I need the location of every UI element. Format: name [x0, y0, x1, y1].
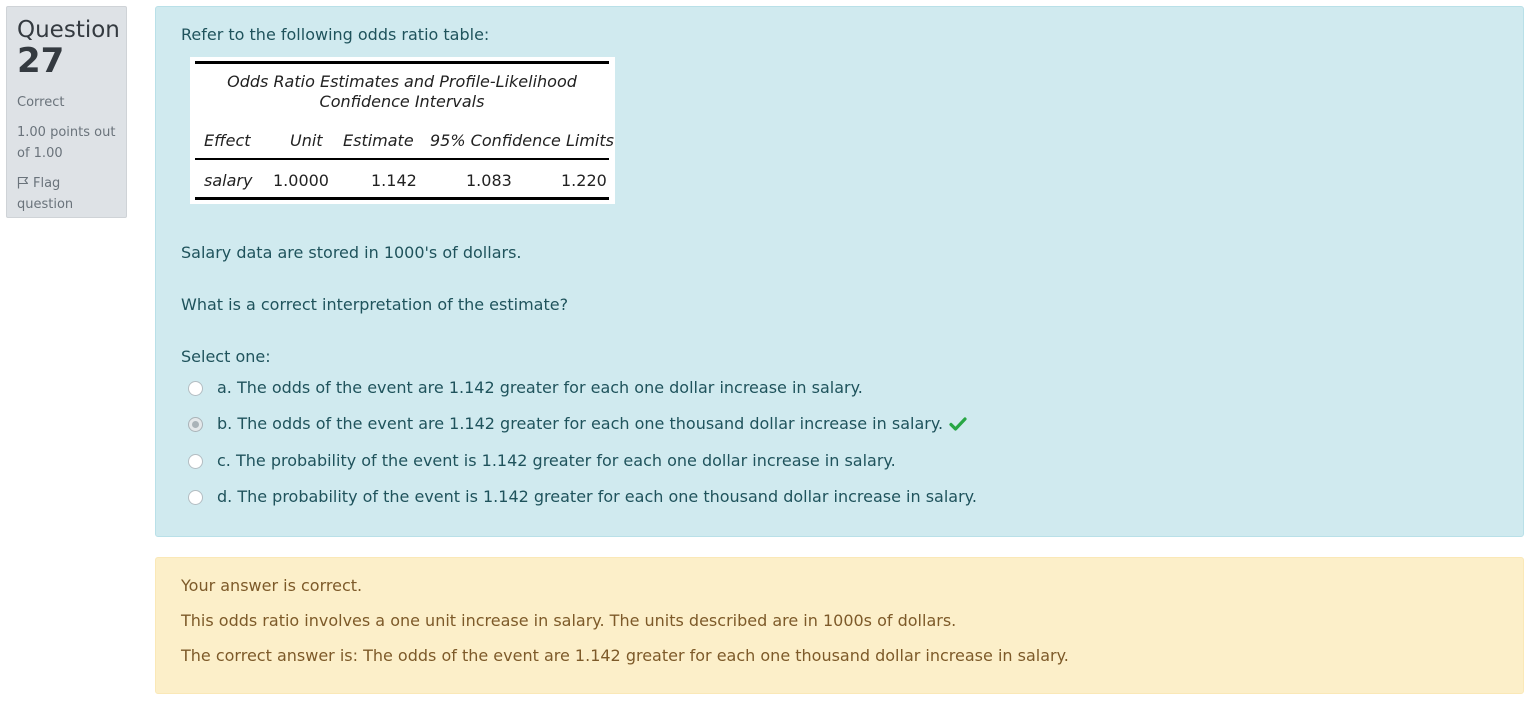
odds-ratio-table: Odds Ratio Estimates and Profile-Likelih… [190, 57, 615, 204]
answer-option-b[interactable]: b. The odds of the event are 1.142 great… [188, 414, 967, 434]
answer-option-b-label: b. The odds of the event are 1.142 great… [217, 414, 944, 433]
cell-effect: salary [204, 171, 253, 190]
radio-c[interactable] [188, 454, 203, 469]
feedback-panel: Your answer is correct. This odds ratio … [155, 557, 1524, 694]
table-bottom-rule [195, 197, 609, 200]
question-info-panel: Question 27 Correct 1.00 points out of 1… [6, 6, 127, 218]
feedback-right-answer: The correct answer is: The odds of the e… [181, 646, 1069, 665]
question-state: Correct [17, 95, 65, 110]
answer-option-d-label: d. The probability of the event is 1.142… [217, 487, 977, 506]
table-caption: Odds Ratio Estimates and Profile-Likelih… [195, 72, 609, 112]
salary-note: Salary data are stored in 1000's of doll… [181, 243, 522, 262]
header-confidence-limits: 95% Confidence Limits [430, 131, 614, 150]
radio-b[interactable] [188, 417, 203, 432]
flag-question-link[interactable]: Flag question [17, 173, 116, 215]
table-top-rule [195, 61, 609, 64]
cell-estimate: 1.142 [371, 171, 417, 190]
table-caption-line1: Odds Ratio Estimates and Profile-Likelih… [227, 72, 577, 91]
question-text: What is a correct interpretation of the … [181, 295, 569, 314]
table-caption-line2: Confidence Intervals [319, 92, 485, 111]
question-grade: 1.00 points out of 1.00 [17, 125, 116, 161]
cell-unit: 1.0000 [273, 171, 329, 190]
answer-option-a-label: a. The odds of the event are 1.142 great… [217, 378, 863, 397]
header-effect: Effect [204, 131, 251, 150]
cell-upper-limit: 1.220 [561, 171, 607, 190]
cell-lower-limit: 1.083 [466, 171, 512, 190]
question-formulation: Refer to the following odds ratio table:… [155, 6, 1524, 537]
question-number: 27 [17, 41, 65, 81]
answer-option-c[interactable]: c. The probability of the event is 1.142… [188, 451, 896, 471]
answer-option-d[interactable]: d. The probability of the event is 1.142… [188, 487, 977, 507]
select-one-label: Select one: [181, 347, 271, 366]
feedback-explanation: This odds ratio involves a one unit incr… [181, 611, 957, 630]
radio-d[interactable] [188, 490, 203, 505]
radio-a[interactable] [188, 381, 203, 396]
answer-option-c-label: c. The probability of the event is 1.142… [217, 451, 896, 470]
feedback-result: Your answer is correct. [181, 576, 363, 595]
flag-icon [17, 176, 29, 189]
answer-option-a[interactable]: a. The odds of the event are 1.142 great… [188, 378, 863, 398]
question-prompt: Refer to the following odds ratio table: [181, 25, 490, 44]
table-header-rule [195, 158, 609, 160]
header-unit: Unit [290, 131, 323, 150]
header-estimate: Estimate [343, 131, 414, 150]
check-icon [949, 417, 967, 431]
question-label: Question [17, 17, 120, 43]
